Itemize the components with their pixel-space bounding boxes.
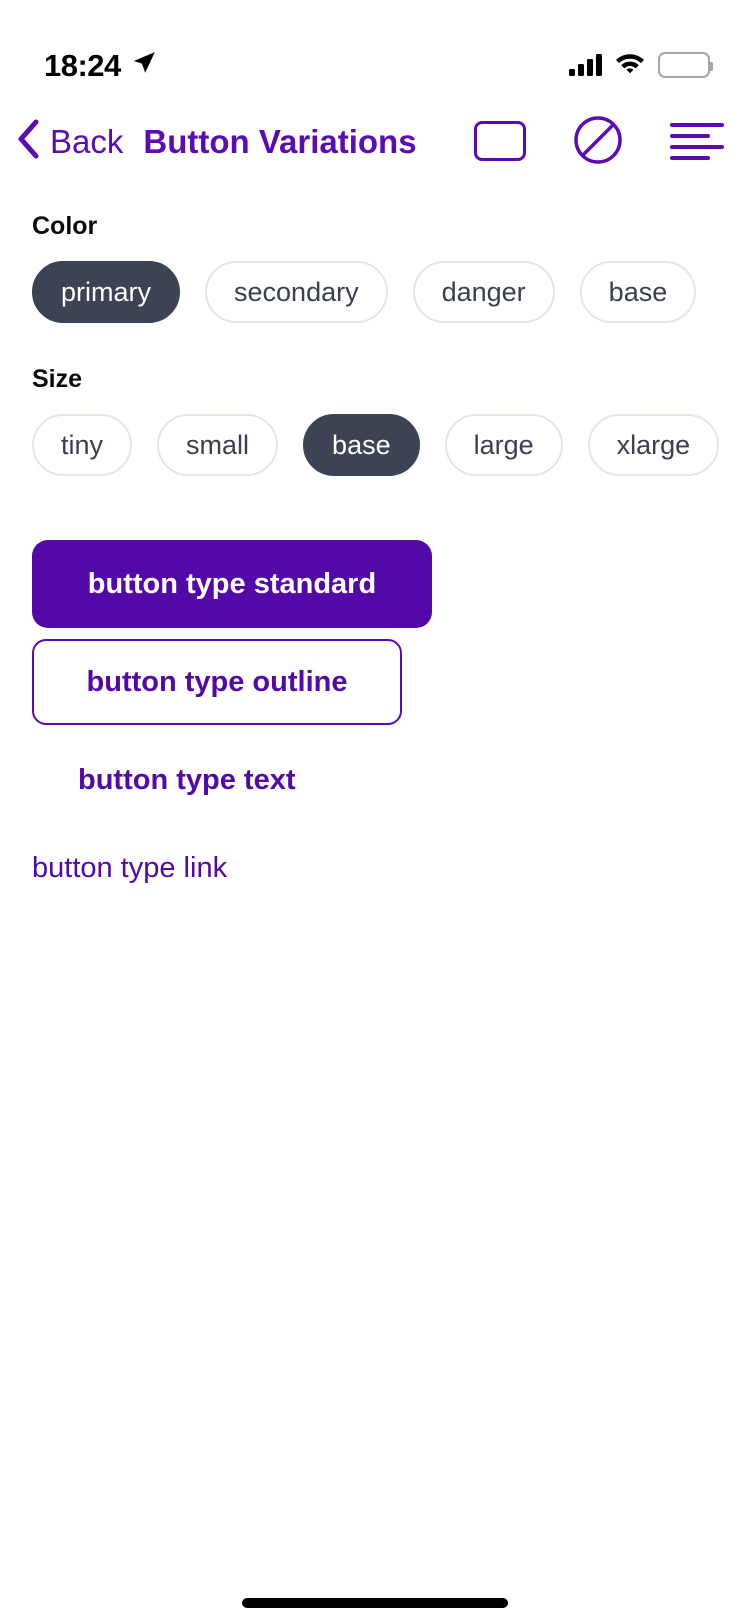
prohibited-button[interactable] <box>572 114 624 169</box>
status-bar-time: 18:24 <box>44 47 121 83</box>
location-arrow-icon <box>131 50 157 81</box>
list-lines-icon <box>670 122 724 160</box>
status-bar: 18:24 <box>0 0 750 100</box>
size-chip-xlarge[interactable]: xlarge <box>587 414 720 476</box>
cellular-signal-icon <box>569 54 602 76</box>
color-chip-primary[interactable]: primary <box>32 261 181 323</box>
wifi-icon <box>614 51 646 80</box>
color-chip-secondary[interactable]: secondary <box>205 261 388 323</box>
link-button[interactable]: button type link <box>32 838 227 898</box>
back-button-label: Back <box>50 122 124 160</box>
home-indicator[interactable] <box>242 1598 508 1608</box>
rounded-square-icon <box>474 121 526 161</box>
chevron-left-icon <box>16 119 40 164</box>
navigation-bar: Back Button Variations <box>0 104 750 178</box>
main-content: Color primary secondary danger base Size… <box>0 178 750 898</box>
page-title: Button Variations <box>143 122 417 160</box>
outline-button[interactable]: button type outline <box>32 639 402 725</box>
demo-buttons-block: button type standard button type outline… <box>0 540 750 898</box>
list-menu-button[interactable] <box>670 122 724 160</box>
size-chip-small[interactable]: small <box>157 414 279 476</box>
phone-screen: 18:24 Back Button Variations Color prima… <box>0 0 750 1624</box>
size-section-label: Size <box>32 365 83 393</box>
back-button[interactable]: Back <box>16 119 123 164</box>
size-option-row: tiny small base large xlarge <box>0 414 750 476</box>
battery-full-icon <box>658 52 713 78</box>
color-chip-danger[interactable]: danger <box>412 261 555 323</box>
color-chip-base[interactable]: base <box>579 261 697 323</box>
color-section-label: Color <box>32 212 98 240</box>
navigation-actions <box>474 114 728 169</box>
status-bar-left: 18:24 <box>44 50 157 81</box>
status-bar-right <box>569 51 713 80</box>
size-chip-large[interactable]: large <box>444 414 563 476</box>
color-option-row: primary secondary danger base <box>0 261 750 323</box>
rounded-square-button[interactable] <box>474 121 526 161</box>
text-button[interactable]: button type text <box>32 738 342 822</box>
standard-button[interactable]: button type standard <box>32 540 432 628</box>
size-chip-base[interactable]: base <box>303 414 420 476</box>
prohibited-circle-slash-icon <box>572 114 624 169</box>
size-chip-tiny[interactable]: tiny <box>32 414 133 476</box>
